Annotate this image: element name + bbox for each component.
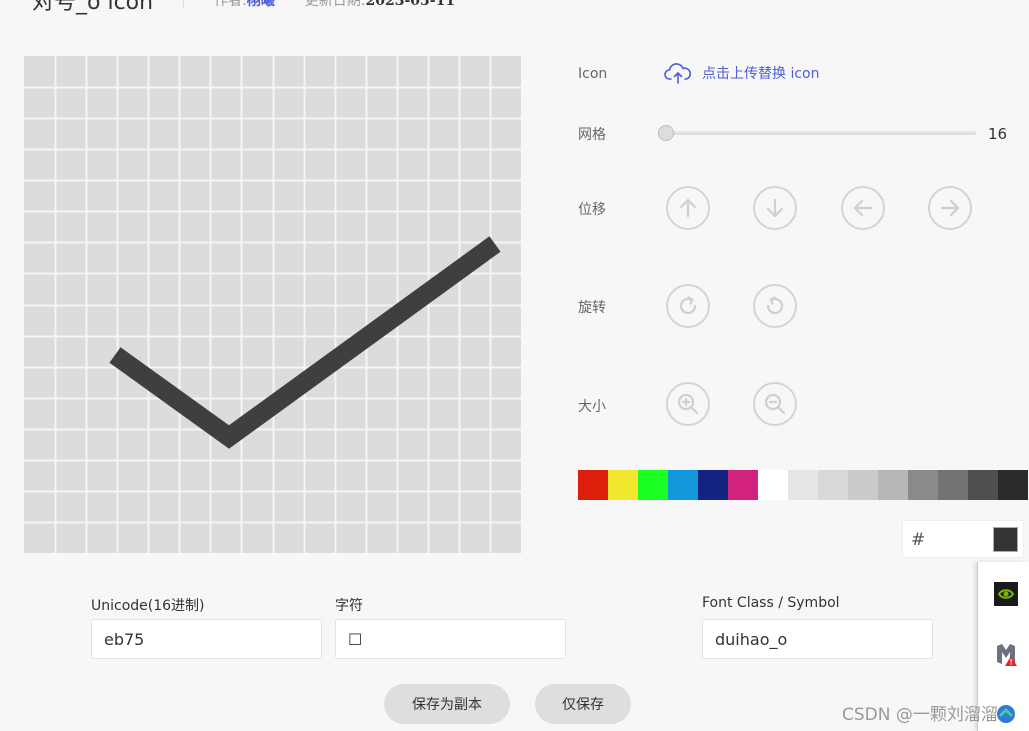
slider-track <box>666 131 976 135</box>
slider-handle[interactable] <box>658 125 674 141</box>
move-right-button[interactable] <box>928 186 972 230</box>
font-class-label: Font Class / Symbol <box>702 595 840 611</box>
grid-size-value: 16 <box>988 125 1008 143</box>
cloud-upload-icon <box>664 63 692 84</box>
grid-lines <box>24 56 521 553</box>
font-class-input[interactable]: duihao_o <box>702 619 933 659</box>
character-label: 字符 <box>335 598 363 614</box>
color-swatch[interactable] <box>758 470 788 500</box>
page-header: 对号_o icon 作者:栩曦 更新日期:2023-05-11 <box>32 0 485 15</box>
rotate-label: 旋转 <box>578 300 606 316</box>
rotate-counterclockwise-icon <box>766 296 784 315</box>
shield-warning-icon[interactable] <box>994 642 1018 666</box>
author-label: 作者: <box>214 0 247 9</box>
move-down-button[interactable] <box>753 186 797 230</box>
icon-label: Icon <box>578 66 608 82</box>
arrow-left-icon <box>853 199 873 217</box>
unicode-label: Unicode(16进制) <box>91 598 205 614</box>
hex-hash-symbol: # <box>911 530 926 550</box>
current-color-chip[interactable] <box>993 527 1018 552</box>
arrow-right-icon <box>940 199 960 217</box>
color-swatch[interactable] <box>818 470 848 500</box>
color-swatch[interactable] <box>908 470 938 500</box>
upload-icon-label: 点击上传替换 icon <box>702 66 820 82</box>
icon-editor-page: 对号_o icon 作者:栩曦 更新日期:2023-05-11 Icon 点击上… <box>0 0 1029 731</box>
color-swatch[interactable] <box>938 470 968 500</box>
update-date-label: 更新日期: <box>304 0 366 9</box>
grid-canvas-svg <box>24 56 521 553</box>
color-swatch[interactable] <box>668 470 698 500</box>
rotate-counterclockwise-button[interactable] <box>753 284 797 328</box>
color-swatch[interactable] <box>638 470 668 500</box>
author-link[interactable]: 栩曦 <box>247 0 275 9</box>
zoom-in-icon <box>677 393 699 415</box>
rotate-clockwise-icon <box>679 296 697 315</box>
unicode-input[interactable]: eb75 <box>91 619 322 659</box>
arrow-down-icon <box>766 198 784 218</box>
nvidia-icon[interactable] <box>994 582 1018 606</box>
author-info: 作者:栩曦 <box>214 0 275 10</box>
page-title: 对号_o icon <box>32 0 154 15</box>
size-label: 大小 <box>578 399 606 415</box>
icon-editor-canvas[interactable] <box>24 56 521 553</box>
grid-label: 网格 <box>578 127 606 143</box>
zoom-in-button[interactable] <box>666 382 710 426</box>
save-as-copy-button[interactable]: 保存为副本 <box>384 684 510 724</box>
color-palette <box>578 470 1028 500</box>
update-date-info: 更新日期:2023-05-11 <box>305 0 455 10</box>
zoom-out-icon <box>764 393 786 415</box>
header-divider <box>183 0 185 9</box>
move-left-button[interactable] <box>841 186 885 230</box>
upload-icon-button[interactable]: 点击上传替换 icon <box>664 62 819 84</box>
grid-size-slider[interactable] <box>658 125 976 141</box>
save-only-button[interactable]: 仅保存 <box>535 684 631 724</box>
color-swatch[interactable] <box>788 470 818 500</box>
move-up-button[interactable] <box>666 186 710 230</box>
arrow-up-icon <box>679 198 697 218</box>
move-label: 位移 <box>578 202 606 218</box>
color-swatch[interactable] <box>848 470 878 500</box>
color-swatch[interactable] <box>878 470 908 500</box>
character-input[interactable]: ☐ <box>335 619 566 659</box>
color-swatch[interactable] <box>998 470 1028 500</box>
update-date: 2023-05-11 <box>365 0 456 9</box>
color-swatch[interactable] <box>608 470 638 500</box>
csdn-watermark: CSDN @一颗刘溜溜 <box>842 705 998 725</box>
color-swatch[interactable] <box>578 470 608 500</box>
color-swatch[interactable] <box>968 470 998 500</box>
color-swatch[interactable] <box>728 470 758 500</box>
hex-color-input[interactable]: # <box>902 520 1024 558</box>
zoom-out-button[interactable] <box>753 382 797 426</box>
rotate-clockwise-button[interactable] <box>666 284 710 328</box>
color-swatch[interactable] <box>698 470 728 500</box>
